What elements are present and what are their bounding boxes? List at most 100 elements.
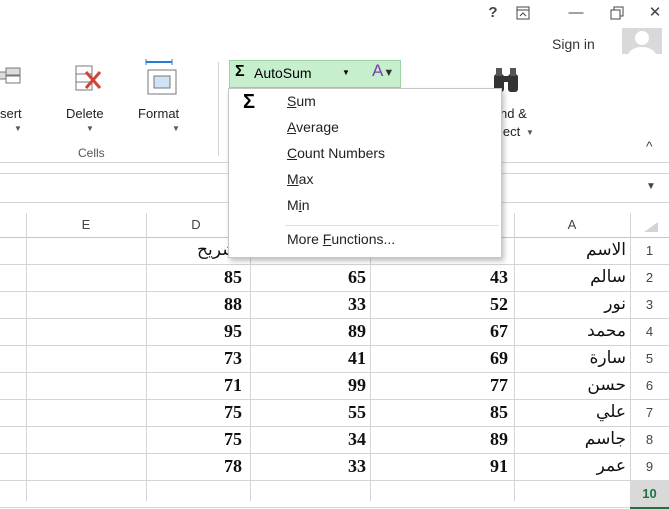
- menu-item-text: More: [287, 231, 323, 247]
- menu-separator: [285, 225, 499, 226]
- menu-item-text: A: [287, 119, 297, 135]
- autosum-menu-item[interactable]: Count Numbers: [287, 145, 385, 161]
- format-cells-button[interactable]: [142, 58, 182, 102]
- ribbon-display-icon: [516, 6, 530, 20]
- cell-d2[interactable]: 85: [146, 264, 242, 291]
- menu-item-text: um: [296, 93, 316, 109]
- format-label: Format: [138, 106, 180, 121]
- cell-a8[interactable]: جاسم: [514, 426, 626, 453]
- grid-line: [26, 213, 27, 501]
- collapse-ribbon-button[interactable]: ^: [646, 138, 653, 154]
- format-cells-icon: [145, 59, 177, 95]
- cell-b8[interactable]: 89: [370, 426, 508, 453]
- menu-item-text: unctions...: [331, 231, 396, 247]
- cell-c4[interactable]: 89: [250, 318, 366, 345]
- cell-c5[interactable]: 41: [250, 345, 366, 372]
- menu-item-text: verage: [296, 119, 339, 135]
- user-icon: [628, 31, 656, 54]
- select-all-corner[interactable]: [640, 220, 660, 234]
- grid-line: [0, 507, 669, 508]
- maximize-button[interactable]: [604, 2, 630, 24]
- cell-d10[interactable]: [146, 480, 242, 507]
- cell-b7[interactable]: 85: [370, 399, 508, 426]
- cell-c2[interactable]: 65: [250, 264, 366, 291]
- row-header[interactable]: 8: [630, 426, 669, 453]
- cell-a7[interactable]: علي: [514, 399, 626, 426]
- close-button[interactable]: ✕: [642, 2, 668, 24]
- cell-c10[interactable]: [250, 480, 366, 507]
- find-label: nd &: [500, 106, 527, 121]
- autosum-label: AutoSum: [254, 65, 312, 81]
- row-header[interactable]: 4: [630, 318, 669, 345]
- cell-d8[interactable]: 75: [146, 426, 242, 453]
- format-dropdown-arrow[interactable]: ▼: [172, 124, 180, 133]
- cell-d4[interactable]: 95: [146, 318, 242, 345]
- cell-a5[interactable]: سارة: [514, 345, 626, 372]
- cell-a2[interactable]: سالم: [514, 264, 626, 291]
- row-header[interactable]: 10: [630, 480, 669, 509]
- cell-d6[interactable]: 71: [146, 372, 242, 399]
- expand-formula-bar-button[interactable]: ▼: [646, 181, 656, 192]
- menu-item-text: M: [287, 197, 299, 213]
- account-avatar[interactable]: [622, 28, 662, 54]
- autosum-dropdown-arrow[interactable]: ▼: [342, 68, 350, 77]
- cell-d3[interactable]: 88: [146, 291, 242, 318]
- cell-c8[interactable]: 34: [250, 426, 366, 453]
- row-header[interactable]: 2: [630, 264, 669, 291]
- menu-item-text: S: [287, 93, 297, 109]
- cell-a4[interactable]: محمد: [514, 318, 626, 345]
- cell-a10[interactable]: [514, 480, 626, 507]
- ribbon-display-options-button[interactable]: [510, 2, 536, 24]
- cell-b6[interactable]: 77: [370, 372, 508, 399]
- row-header[interactable]: 7: [630, 399, 669, 426]
- row-header[interactable]: 6: [630, 372, 669, 399]
- delete-dropdown-arrow[interactable]: ▼: [86, 124, 94, 133]
- sort-filter-icon: A▼: [372, 61, 395, 80]
- autosum-menu-item[interactable]: Min: [287, 197, 310, 213]
- cell-c3[interactable]: 33: [250, 291, 366, 318]
- help-button[interactable]: ?: [480, 2, 506, 24]
- delete-label: Delete: [66, 106, 104, 121]
- menu-item-text: C: [287, 145, 298, 161]
- autosum-menu-item[interactable]: Max: [287, 171, 313, 187]
- sign-in-link[interactable]: Sign in: [552, 36, 595, 52]
- cell-a9[interactable]: عمر: [514, 453, 626, 480]
- cell-a6[interactable]: حسن: [514, 372, 626, 399]
- row-header[interactable]: 1: [630, 237, 669, 264]
- cell-b4[interactable]: 67: [370, 318, 508, 345]
- autosum-menu-item[interactable]: More Functions...: [287, 231, 395, 247]
- autosum-button[interactable]: Σ AutoSum ▼ A▼: [229, 60, 401, 88]
- cells-group-label: Cells: [78, 146, 105, 160]
- cell-d7[interactable]: 75: [146, 399, 242, 426]
- cell-c9[interactable]: 33: [250, 453, 366, 480]
- menu-item-text: n: [301, 197, 310, 213]
- cell-b2[interactable]: 43: [370, 264, 508, 291]
- menu-item-text: ax: [298, 171, 314, 187]
- delete-cells-button[interactable]: [70, 62, 110, 102]
- find-dropdown-arrow[interactable]: ▼: [526, 128, 534, 137]
- autosum-menu-item[interactable]: Average: [287, 119, 339, 135]
- cell-b10[interactable]: [370, 480, 508, 507]
- insert-label: sert: [0, 106, 22, 121]
- row-header[interactable]: 3: [630, 291, 669, 318]
- menu-item-text: ount Numbers: [297, 145, 386, 161]
- insert-dropdown-arrow[interactable]: ▼: [14, 124, 22, 133]
- column-header-a[interactable]: A: [514, 213, 630, 238]
- column-header-e[interactable]: E: [26, 213, 146, 238]
- sigma-icon: Σ: [243, 91, 256, 113]
- cell-d5[interactable]: 73: [146, 345, 242, 372]
- autosum-menu-item[interactable]: Sum: [287, 93, 316, 109]
- menu-item-text: M: [287, 171, 299, 187]
- minimize-button[interactable]: —: [563, 2, 589, 24]
- cell-b9[interactable]: 91: [370, 453, 508, 480]
- cell-a3[interactable]: نور: [514, 291, 626, 318]
- cell-c7[interactable]: 55: [250, 399, 366, 426]
- row-header[interactable]: 9: [630, 453, 669, 480]
- cell-c6[interactable]: 99: [250, 372, 366, 399]
- cell-d9[interactable]: 78: [146, 453, 242, 480]
- cell-b5[interactable]: 69: [370, 345, 508, 372]
- select-label: lect: [500, 124, 521, 139]
- cell-b3[interactable]: 52: [370, 291, 508, 318]
- row-header[interactable]: 5: [630, 345, 669, 372]
- cell-a1[interactable]: الاسم: [514, 237, 626, 264]
